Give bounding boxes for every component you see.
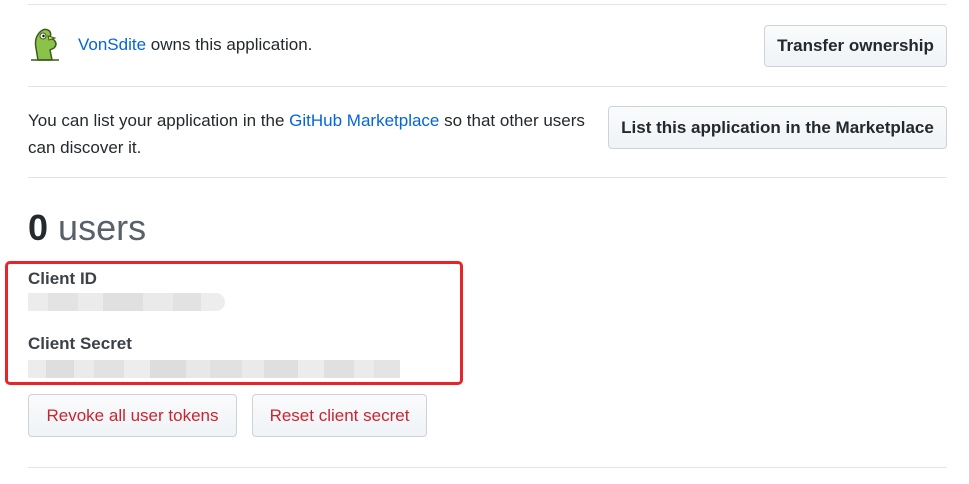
marketplace-description: You can list your application in the Git… (28, 107, 608, 161)
revoke-all-user-tokens-button[interactable]: Revoke all user tokens (28, 394, 237, 437)
owner-suffix: owns this application. (146, 35, 313, 54)
users-label: users (58, 207, 147, 248)
owner-username-link[interactable]: VonSdite (78, 35, 146, 54)
marketplace-text-before: You can list your application in the (28, 111, 290, 130)
transfer-ownership-button[interactable]: Transfer ownership (764, 25, 947, 67)
list-in-marketplace-button[interactable]: List this application in the Marketplace (608, 106, 947, 149)
reset-client-secret-button[interactable]: Reset client secret (252, 394, 427, 437)
divider (28, 467, 947, 468)
marketplace-row: You can list your application in the Git… (28, 104, 947, 164)
users-count-heading: 0 users (28, 206, 146, 250)
users-count: 0 (28, 207, 49, 248)
divider (28, 177, 947, 178)
owner-avatar-icon[interactable] (28, 26, 62, 62)
github-marketplace-link[interactable]: GitHub Marketplace (289, 111, 439, 130)
oauth-app-settings: VonSdite owns this application. Transfer… (0, 0, 969, 484)
owner-statement: VonSdite owns this application. (78, 35, 312, 55)
divider (28, 86, 947, 87)
red-highlight-annotation (5, 261, 463, 385)
divider (28, 4, 947, 5)
owner-row: VonSdite owns this application. Transfer… (28, 25, 947, 68)
